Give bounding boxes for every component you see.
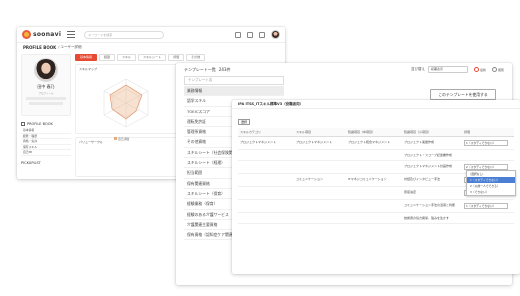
table-cell: 1（スタディできない） [462,136,514,150]
app-logo[interactable]: soonavi [22,30,61,39]
people-icon[interactable] [235,31,241,38]
table-cell: プロジェクト・スコープ記述書作成 [402,149,462,161]
table-cell: 技術者の協力関係、強みを生かす [402,212,462,224]
top-bar: soonavi キーワードを検索 [17,27,285,43]
table-cell [346,160,402,174]
radio-latest[interactable]: 最新 [473,67,486,72]
table-cell: ITマネジコミュニケーション [346,173,402,187]
logo-text: soonavi [33,31,62,38]
table-cell [294,160,346,174]
profile-tabs: 基本情報 経歴 スキル スキルシート 評価 その他 [75,54,281,61]
table-cell: 対話及びインタビュー手法 [402,173,462,187]
table-cell [294,212,346,224]
tab-skill[interactable]: スキル [117,54,137,61]
rating-select[interactable]: 1（スタディできない） [464,139,508,146]
table-cell: プロジェクト憲章作成 [402,136,462,150]
table-cell [346,212,402,224]
skill-map-title: スキルマップ [79,67,98,71]
table-header: 知識項目（中項目） [346,128,402,137]
template-detail-window: IPA ITSS_ITスキル標準V3（役職者向） 選択 スキルカテゴリ スキル項… [232,100,520,274]
table-cell: プロジェクトマネジメント [294,136,346,150]
tab-basic[interactable]: 基本情報 [75,54,98,61]
tab-skillsheet[interactable]: スキルシート [138,54,167,61]
sort-select[interactable]: 初期表示 [427,66,468,73]
table-header: 評価 [462,128,514,137]
table-cell [346,199,402,213]
table-cell: コミュニケーション手法の活用と判断 [402,199,462,213]
profile-name: 田中 春乃 [37,84,55,89]
profile-avatar [34,58,58,82]
table-cell [294,186,346,200]
select-box[interactable]: 選択 [238,119,250,125]
table-cell [238,160,294,174]
radio-views[interactable]: 閲覧 [491,67,504,72]
pickup-list-title[interactable]: PICKUPLIST [21,161,71,165]
logo-icon [22,30,31,39]
table-cell [462,212,514,224]
profile-book-list: 基本情報 経歴・職歴 資格・免許 保有スキル 自己PR [21,128,71,156]
table-cell: 1（スタディできない） [462,199,514,213]
tab-evaluation[interactable]: 評価 [168,54,185,61]
user-avatar[interactable] [271,30,280,39]
sort-label: 並び替え [410,67,425,71]
radio-off-icon [491,67,497,72]
table-cell: プロジェクトマネジメント計画作成 [402,160,462,174]
profile-sub: プロフィール [38,92,54,95]
table-cell: プロジェクトマネジメント [238,136,294,150]
profile-sidebar: 田中 春乃 プロフィール PROFILE BOOK 基本情報 経歴・職歴 資格・… [21,54,71,175]
table-header: スキル項目 [294,128,346,137]
use-template-button[interactable]: このテンプレートを使用する [430,89,496,100]
template-item[interactable]: 業務情報 [184,86,284,97]
rating-select[interactable]: 1（スタディできない） [464,202,508,209]
tab-other[interactable]: その他 [186,54,206,61]
template-search-input[interactable]: テンプレート名 [184,76,284,85]
table-cell [294,149,346,161]
table-cell: 意思決定 [402,186,462,200]
template-detail-title: IPA ITSS_ITスキル標準V3（役職者向） [232,100,520,109]
table-header: 知識項目（小項目） [402,128,462,137]
table-cell: コミュニケーション [294,173,346,187]
table-row: プロジェクトマネジメント プロジェクトマネジメント プロジェクト統合マネジメント… [238,136,514,150]
table-header-row: スキルカテゴリ スキル項目 知識項目（中項目） 知識項目（小項目） 評価 [238,128,514,137]
table-header: スキルカテゴリ [238,128,294,137]
skill-map-panel: スキルマップ 自己評価 [75,64,177,141]
template-list-header: テンプレート一覧 243件 並び替え 初期表示 最新 閲覧 [176,63,512,76]
profile-card: 田中 春乃 プロフィール [21,54,71,116]
template-list-title: テンプレート一覧 [184,66,216,72]
profile-field [26,97,66,100]
dropdown-option[interactable]: 3（できない） [467,189,515,195]
profile-book-item[interactable]: 自己PR [21,150,71,156]
table-cell [238,173,294,187]
table-cell [238,149,294,161]
rating-select[interactable]: 2（スタディできない） [464,163,508,170]
tab-career[interactable]: 経歴 [99,54,116,61]
rating-dropdown-list: (選択なし) 1（スタディできない） 2（以前一人でできる） 3（できない） [466,170,516,196]
radar-chart [103,78,149,128]
table-cell [346,186,402,200]
table-cell [238,186,294,200]
breadcrumb: PROFILE BOOK / ユーザー詳細 [17,43,285,52]
search-input[interactable]: キーワードを検索 [84,30,165,39]
table-cell [238,199,294,213]
calendar-icon[interactable] [247,31,253,38]
table-row: プロジェクト・スコープ記述書作成 [238,149,514,161]
radio-on-icon [473,67,479,72]
table-cell [238,212,294,224]
book-icon [21,122,25,126]
table-cell [294,199,346,213]
settings-icon[interactable] [259,31,265,38]
profile-book-title: PROFILE BOOK [27,122,53,126]
table-cell [346,149,402,161]
table-row: 技術者の協力関係、強みを生かす [238,212,514,224]
table-row: コミュニケーション手法の活用と判断 1（スタディできない） [238,199,514,213]
profile-book-heading: PROFILE BOOK [21,122,71,126]
profile-field [29,102,63,105]
breadcrumb-path[interactable]: / ユーザー詳細 [58,45,81,50]
table-cell [462,149,514,161]
menu-icon[interactable] [67,31,76,38]
table-cell: プロジェクト統合マネジメント [346,136,402,150]
template-count: 243件 [218,66,231,72]
sort-controls: 並び替え 初期表示 最新 閲覧 [411,66,504,73]
breadcrumb-title: PROFILE BOOK [23,45,57,50]
